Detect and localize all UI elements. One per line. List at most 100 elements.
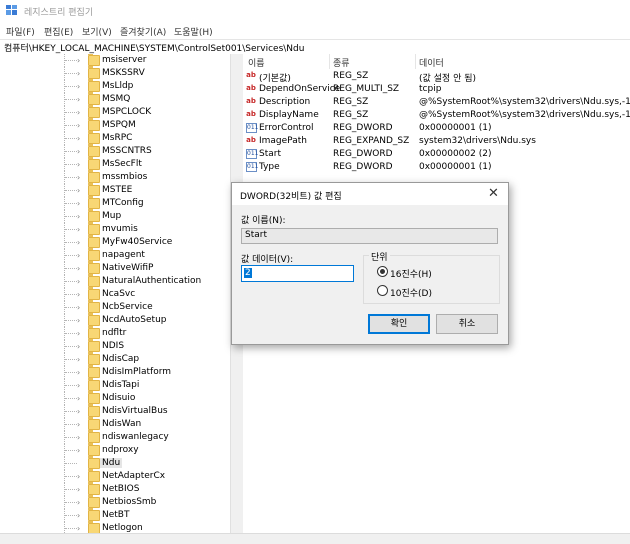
- column-header-name[interactable]: 이름: [248, 56, 265, 69]
- column-header-type[interactable]: 종류: [333, 56, 350, 69]
- expand-chevron-icon[interactable]: ›: [77, 56, 80, 65]
- tree-item[interactable]: › MSMQ: [0, 92, 230, 106]
- tree-item[interactable]: › MTConfig: [0, 196, 230, 210]
- tree-item[interactable]: › NdisCap: [0, 352, 230, 366]
- tree-item[interactable]: › NdisTapi: [0, 378, 230, 392]
- menu-view[interactable]: 보기(V): [82, 25, 112, 38]
- tree-item[interactable]: › Mup: [0, 209, 230, 223]
- expand-chevron-icon[interactable]: ›: [77, 160, 80, 169]
- tree-item[interactable]: › NativeWifiP: [0, 261, 230, 275]
- expand-chevron-icon[interactable]: ›: [77, 251, 80, 260]
- expand-chevron-icon[interactable]: ›: [77, 199, 80, 208]
- expand-chevron-icon[interactable]: ›: [77, 277, 80, 286]
- expand-chevron-icon[interactable]: ›: [77, 524, 80, 533]
- tree-item[interactable]: › mssmbios: [0, 170, 230, 184]
- tree-item[interactable]: › MsLldp: [0, 79, 230, 93]
- column-divider[interactable]: [415, 54, 416, 69]
- tree-item[interactable]: › MSTEE: [0, 183, 230, 197]
- tree-item[interactable]: › NetbiosSmb: [0, 495, 230, 509]
- expand-chevron-icon[interactable]: ›: [77, 212, 80, 221]
- tree-item[interactable]: › NdisImPlatform: [0, 365, 230, 379]
- menu-favorites[interactable]: 즐겨찾기(A): [120, 25, 166, 38]
- tree-item[interactable]: › MSPQM: [0, 118, 230, 132]
- expand-chevron-icon[interactable]: ›: [77, 498, 80, 507]
- tree-item[interactable]: › MSPCLOCK: [0, 105, 230, 119]
- ok-button[interactable]: 확인: [368, 314, 430, 334]
- menu-edit[interactable]: 편집(E): [44, 25, 73, 38]
- expand-chevron-icon[interactable]: ›: [77, 407, 80, 416]
- tree-item[interactable]: › msiserver: [0, 54, 230, 67]
- expand-chevron-icon[interactable]: ›: [77, 290, 80, 299]
- tree-item[interactable]: › NdisWan: [0, 417, 230, 431]
- value-row[interactable]: 011 Type REG_DWORD 0x00000001 (1): [243, 161, 630, 174]
- expand-chevron-icon[interactable]: ›: [77, 82, 80, 91]
- value-row[interactable]: ab ImagePath REG_EXPAND_SZ system32\drivers…: [243, 135, 630, 148]
- tree-item[interactable]: › NetBIOS: [0, 482, 230, 496]
- tree-item[interactable]: › napagent: [0, 248, 230, 262]
- tree-item[interactable]: › MsSecFlt: [0, 157, 230, 171]
- expand-chevron-icon[interactable]: ›: [77, 225, 80, 234]
- menu-help[interactable]: 도움말(H): [174, 25, 213, 38]
- expand-chevron-icon[interactable]: ›: [77, 433, 80, 442]
- expand-chevron-icon[interactable]: ›: [77, 329, 80, 338]
- tree-item[interactable]: › MyFw40Service: [0, 235, 230, 249]
- expand-chevron-icon[interactable]: ›: [77, 264, 80, 273]
- tree-item[interactable]: › ndiswanlegacy: [0, 430, 230, 444]
- expand-chevron-icon[interactable]: ›: [77, 121, 80, 130]
- expand-chevron-icon[interactable]: ›: [77, 147, 80, 156]
- tree-item[interactable]: › NcaSvc: [0, 287, 230, 301]
- tree-item[interactable]: › NcbService: [0, 300, 230, 314]
- tree-item[interactable]: › MSSCNTRS: [0, 144, 230, 158]
- value-row[interactable]: ab DependOnService REG_MULTI_SZ tcpip: [243, 83, 630, 96]
- expand-chevron-icon[interactable]: ›: [77, 173, 80, 182]
- value-row[interactable]: ab DisplayName REG_SZ @%SystemRoot%\system3…: [243, 109, 630, 122]
- value-row[interactable]: ab Description REG_SZ @%SystemRoot%\system3…: [243, 96, 630, 109]
- tree-item[interactable]: › NcdAutoSetup: [0, 313, 230, 327]
- close-icon[interactable]: ✕: [488, 186, 499, 201]
- tree-item[interactable]: › NetBT: [0, 508, 230, 522]
- column-divider[interactable]: [329, 54, 330, 69]
- menu-file[interactable]: 파일(F): [6, 25, 35, 38]
- expand-chevron-icon[interactable]: ›: [77, 394, 80, 403]
- expand-chevron-icon[interactable]: ›: [77, 511, 80, 520]
- expand-chevron-icon[interactable]: ›: [77, 342, 80, 351]
- address-bar[interactable]: 컴퓨터\HKEY_LOCAL_MACHINE\SYSTEM\ControlSet…: [0, 39, 630, 55]
- tree-item[interactable]: › NDIS: [0, 339, 230, 353]
- expand-chevron-icon[interactable]: ›: [77, 381, 80, 390]
- dialog-title-bar[interactable]: DWORD(32비트) 값 편집 ✕: [232, 183, 508, 205]
- tree-item[interactable]: › NaturalAuthentication: [0, 274, 230, 288]
- tree-item[interactable]: › ndproxy: [0, 443, 230, 457]
- expand-chevron-icon[interactable]: ›: [77, 134, 80, 143]
- tree-item[interactable]: › mvumis: [0, 222, 230, 236]
- column-header-data[interactable]: 데이터: [419, 56, 444, 69]
- value-row[interactable]: 011 ErrorControl REG_DWORD 0x00000001 (1): [243, 122, 630, 135]
- tree-item[interactable]: › MSKSSRV: [0, 66, 230, 80]
- cancel-button[interactable]: 취소: [436, 314, 498, 334]
- dec-radio[interactable]: [377, 285, 388, 296]
- tree-item[interactable]: › NdisVirtualBus: [0, 404, 230, 418]
- expand-chevron-icon[interactable]: ›: [77, 472, 80, 481]
- expand-chevron-icon[interactable]: ›: [77, 108, 80, 117]
- value-data-input[interactable]: 2: [241, 265, 354, 282]
- address-path[interactable]: 컴퓨터\HKEY_LOCAL_MACHINE\SYSTEM\ControlSet…: [4, 41, 304, 54]
- tree-item[interactable]: › MsRPC: [0, 131, 230, 145]
- hex-label[interactable]: 16진수(H): [390, 267, 432, 280]
- expand-chevron-icon[interactable]: ›: [77, 316, 80, 325]
- tree-item-selected[interactable]: Ndu: [0, 456, 230, 470]
- expand-chevron-icon[interactable]: ›: [77, 186, 80, 195]
- expand-chevron-icon[interactable]: ›: [77, 95, 80, 104]
- tree-item[interactable]: › ndfltr: [0, 326, 230, 340]
- value-row[interactable]: 011 Start REG_DWORD 0x00000002 (2): [243, 148, 630, 161]
- expand-chevron-icon[interactable]: ›: [77, 485, 80, 494]
- expand-chevron-icon[interactable]: ›: [77, 355, 80, 364]
- expand-chevron-icon[interactable]: ›: [77, 446, 80, 455]
- expand-chevron-icon[interactable]: ›: [77, 69, 80, 78]
- dec-label[interactable]: 10진수(D): [390, 286, 432, 299]
- tree-item[interactable]: › Ndisuio: [0, 391, 230, 405]
- value-row[interactable]: ab (기본값) REG_SZ (값 설정 안 됨): [243, 70, 630, 84]
- tree-item[interactable]: › NetAdapterCx: [0, 469, 230, 483]
- expand-chevron-icon[interactable]: ›: [77, 368, 80, 377]
- hex-radio[interactable]: [377, 266, 388, 277]
- expand-chevron-icon[interactable]: ›: [77, 420, 80, 429]
- expand-chevron-icon[interactable]: ›: [77, 238, 80, 247]
